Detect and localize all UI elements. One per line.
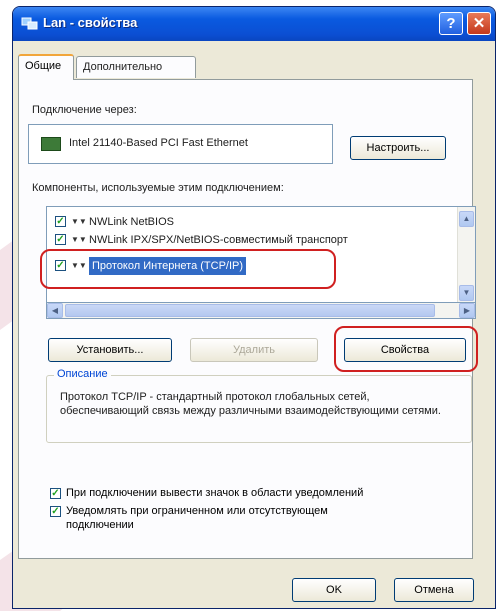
description-legend: Описание <box>54 368 111 380</box>
component-checkbox[interactable]: ✓ <box>55 216 66 227</box>
horizontal-scroll-thumb[interactable] <box>65 304 435 317</box>
cancel-button[interactable]: Отмена <box>394 578 474 602</box>
ok-button[interactable]: OK <box>292 578 376 602</box>
components-label: Компоненты, используемые этим подключени… <box>32 182 284 194</box>
close-button[interactable]: ✕ <box>467 12 491 35</box>
component-label: NWLink IPX/SPX/NetBIOS-совместимый транс… <box>89 234 348 246</box>
components-vertical-scrollbar[interactable]: ▲ ▼ <box>457 207 475 305</box>
title-bar[interactable]: Lan - свойства ? ✕ <box>13 7 495 41</box>
notify-checkbox[interactable]: ✓ <box>50 506 61 517</box>
show-icon-label: При подключении вывести значок в области… <box>66 487 364 499</box>
components-horizontal-scrollbar[interactable]: ◀ ▶ <box>46 302 476 319</box>
scroll-up-icon[interactable]: ▲ <box>459 211 474 227</box>
component-label-selected: Протокол Интернета (TCP/IP) <box>89 257 247 275</box>
network-adapter-icon <box>41 137 61 151</box>
help-button[interactable]: ? <box>439 12 463 35</box>
remove-button[interactable]: Удалить <box>190 338 318 362</box>
network-connection-icon <box>21 17 38 30</box>
scroll-right-icon[interactable]: ▶ <box>459 303 475 318</box>
connect-using-label: Подключение через: <box>32 104 137 116</box>
component-checkbox[interactable]: ✓ <box>55 234 66 245</box>
notify-option[interactable]: ✓ Уведомлять при ограниченном или отсутс… <box>50 504 470 534</box>
show-icon-checkbox[interactable]: ✓ <box>50 488 61 499</box>
protocol-icon: ▼▼ <box>71 235 87 244</box>
tab-advanced[interactable]: Дополнительно <box>76 56 196 78</box>
adapter-name: Intel 21140-Based PCI Fast Ethernet <box>69 137 248 149</box>
protocol-icon: ▼▼ <box>71 217 87 226</box>
notify-label: Уведомлять при ограниченном или отсутств… <box>66 505 328 531</box>
description-text: Протокол TCP/IP - стандартный протокол г… <box>60 391 441 417</box>
window-title: Lan - свойства <box>43 15 138 30</box>
show-icon-option[interactable]: ✓ При подключении вывести значок в облас… <box>50 486 470 502</box>
configure-button[interactable]: Настроить... <box>350 136 446 160</box>
adapter-field: Intel 21140-Based PCI Fast Ethernet <box>28 124 333 164</box>
component-label: NWLink NetBIOS <box>89 216 174 228</box>
protocol-icon: ▼▼ <box>71 261 87 270</box>
scroll-left-icon[interactable]: ◀ <box>47 303 63 318</box>
components-list[interactable]: ✓ ▼▼ NWLink NetBIOS ✓ ▼▼ NWLink IPX/SPX/… <box>46 206 476 306</box>
properties-button[interactable]: Свойства <box>344 338 466 362</box>
scroll-down-icon[interactable]: ▼ <box>459 285 474 301</box>
tab-general[interactable]: Общие <box>18 54 74 80</box>
install-button[interactable]: Установить... <box>48 338 172 362</box>
component-checkbox[interactable]: ✓ <box>55 260 66 271</box>
